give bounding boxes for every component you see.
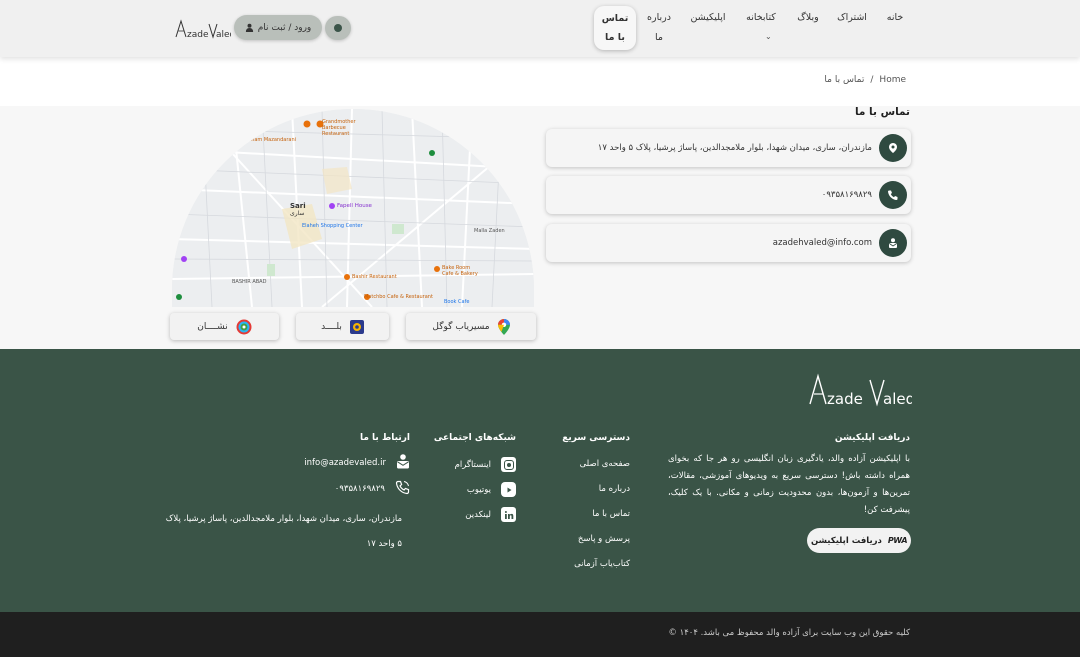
footer-link-about[interactable]: درباره ما [599,484,630,494]
map-label-poi1: Grandmother Barbecue Restaurant [322,119,356,137]
map-label-poi3: Elaheh Shopping Center [302,223,363,229]
phone-card[interactable]: ۰۹۳۵۸۱۶۹۸۲۹ [546,176,911,214]
map-label-poi7: Matchbo Cafe & Restaurant [364,294,433,300]
footer-link-home[interactable]: صفحه‌ی اصلی [580,459,630,469]
map-label-poi8: BASHIR ABAD [232,279,267,285]
chevron-down-icon[interactable]: ⌄ [765,32,772,41]
breadcrumb-separator: / [870,75,874,85]
footer-social-youtube[interactable]: یوتیوب [467,482,516,497]
breadcrumb: تماس با ما / Home [824,75,906,85]
phone-text: ۰۹۳۵۸۱۶۹۸۲۹ [821,190,872,200]
linkedin-icon [501,507,516,522]
location-pin-icon [879,134,907,162]
email-text: azadehvaled@info.com [772,238,872,248]
phone-icon [879,181,907,209]
login-label: ورود / ثبت نام [257,22,312,33]
footer-link-faq[interactable]: پرسش و پاسخ [578,534,630,544]
footer-phone-text: ۰۹۳۵۸۱۶۹۸۲۹ [334,484,385,494]
neshan-label: نشــــان [197,321,228,332]
footer-social-title: شبکه‌های اجتماعی [433,433,516,443]
breadcrumb-current: تماس با ما [824,75,865,85]
footer-address-line1: مازندران، ساری، میدان شهدا، بلوار ملامجد… [165,514,402,524]
footer-app-description: با اپلیکیشن آزاده والد، یادگیری زبان انگ… [668,454,910,515]
site-footer [0,349,1080,612]
footer-contact-phone[interactable]: ۰۹۳۵۸۱۶۹۸۲۹ [335,480,410,498]
svg-text:aled: aled [216,30,231,40]
svg-text:zade: zade [827,390,863,408]
footer-mail-icon [396,453,410,472]
neshan-icon [236,319,252,334]
map-label-poi2: Fapell House [337,203,372,209]
copyright-text: کلیه حقوق این وب سایت برای آزاده والد مح… [668,628,910,638]
footer-email-text: info@azadevaled.ir [304,457,386,468]
balad-button[interactable]: بلــــد [296,313,389,340]
nav-about[interactable]: درباره ما [642,12,676,43]
user-icon [245,23,253,32]
download-app-button[interactable]: PWA دریافت اپلیکیشن [807,528,911,553]
nav-contact-line2: با ما [605,32,625,43]
nav-about-line2: ما [655,32,663,43]
neshan-button[interactable]: نشــــان [170,313,279,340]
map-label-poi10: Book Cafe [444,299,470,305]
footer-link-contact[interactable]: تماس با ما [592,509,630,519]
dot-icon [334,24,342,32]
nav-contact-line1: تماس [601,13,629,24]
contact-title: تماس با ما [854,106,910,118]
linkedin-label: لینکدین [465,509,491,520]
footer-contact-email[interactable]: info@azadevaled.ir [304,453,410,472]
footer-social-instagram[interactable]: اینستاگرام [455,457,516,472]
footer-logo: zade aled [808,372,915,408]
map-label-poi4: Malla Zaden [474,228,505,234]
mail-icon [879,229,907,257]
site-logo[interactable]: zade aled [175,18,235,40]
footer-link-book-finder[interactable]: کتاب‌یاب آزمانی [574,559,630,569]
breadcrumb-home[interactable]: Home [879,75,906,85]
footer-logo-icon: zade aled [809,373,915,408]
youtube-label: یوتیوب [466,484,491,495]
footer-app-title: دریافت اپلیکیشن [834,433,910,443]
address-card: مازندران، ساری، میدان شهدا، بلوار ملامجد… [546,129,911,167]
nav-home[interactable]: خانه [880,12,910,23]
site-header [0,0,1080,57]
svg-text:aled: aled [883,390,912,408]
svg-text:zade: zade [187,30,209,40]
map-label-poi6: Bashir Restaurant [352,274,397,280]
theme-toggle-button[interactable] [325,16,351,40]
instagram-icon [501,457,516,472]
address-text: مازندران، ساری، میدان شهدا، بلوار ملامجد… [597,143,872,153]
balad-icon [349,319,364,334]
nav-blog[interactable]: وبلاگ [790,12,826,23]
footer-address-line2: ۵ واحد ۱۷ [366,539,402,549]
nav-subscription[interactable]: اشتراک [832,12,872,23]
footer-contact-title: ارتباط با ما [359,433,410,443]
instagram-label: اینستاگرام [454,459,491,470]
youtube-icon [501,482,516,497]
footer-social-linkedin[interactable]: لینکدین [465,507,516,522]
google-maps-icon [497,318,510,335]
map-label-poi5: Bake Room Cafe & Bakery [442,265,478,277]
footer-phone-icon [395,480,410,498]
google-maps-button[interactable]: مسیریاب گوگل [406,313,536,340]
email-card[interactable]: azadehvaled@info.com [546,224,911,262]
map-label-city-en: Sari [290,202,306,210]
login-button[interactable]: ورود / ثبت نام [234,15,322,40]
map-label-city-fa: ساری [290,210,305,217]
google-maps-label: مسیریاب گوگل [432,321,490,332]
footer-quick-title: دسترسی سریع [562,433,630,443]
nav-contact[interactable]: تماس با ما [594,6,636,50]
logo-icon: zade aled [175,19,235,40]
nav-about-line1: درباره [647,12,671,23]
copyright-bar [0,612,1080,657]
nav-application[interactable]: اپلیکیشن [684,12,732,23]
pwa-badge: PWA [887,536,908,545]
map-label-poi9: Imam Mazandarani [248,137,297,143]
download-app-label: دریافت اپلیکیشن [811,535,882,546]
contact-section [0,106,1080,349]
balad-label: بلــــد [321,321,342,332]
nav-library[interactable]: کتابخانه [740,12,782,23]
